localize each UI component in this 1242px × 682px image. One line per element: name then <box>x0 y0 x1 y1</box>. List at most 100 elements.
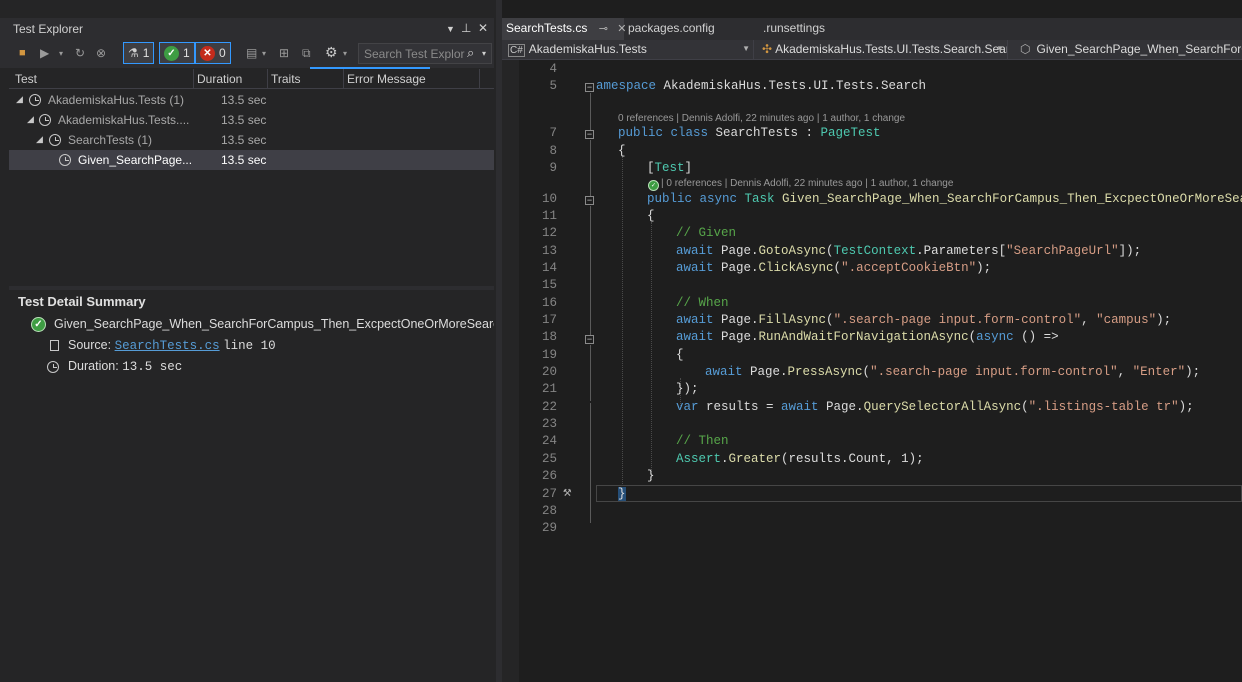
column-duration[interactable]: Duration <box>197 72 242 86</box>
playlist-dropdown-icon[interactable]: ▾ <box>262 49 266 58</box>
project-dropdown[interactable]: C# AkademiskaHus.Tests ▼ <box>504 40 754 59</box>
duration-value: 13.5 sec <box>122 360 183 374</box>
passed-tests-filter[interactable]: ✓ 1 <box>159 42 195 64</box>
detail-title: Test Detail Summary <box>18 294 146 309</box>
test-row-method[interactable]: Given_SearchPage... 13.5 sec <box>9 150 494 170</box>
test-row-name: SearchTests (1) <box>68 133 153 147</box>
tab-packages-config[interactable]: packages.config <box>624 18 719 40</box>
code-line-21: }); <box>676 382 699 396</box>
tab-label: .runsettings <box>763 21 826 35</box>
cancel-icon[interactable]: ⊗ <box>96 46 106 60</box>
passed-icon: ✓ <box>164 45 179 61</box>
total-count: 1 <box>142 46 150 60</box>
line-number: 19 <box>541 348 557 362</box>
column-error-message[interactable]: Error Message <box>347 72 426 86</box>
member-name: Given_SearchPage_When_SearchForCam <box>1036 42 1242 56</box>
window-menu-icon[interactable]: ▼ <box>446 24 455 34</box>
line-number: 14 <box>541 261 557 275</box>
code-line-9: [Test] <box>647 161 693 175</box>
settings-gear-icon[interactable]: ⚙ <box>325 44 338 61</box>
quick-actions-icon[interactable]: ⚒ <box>563 484 571 501</box>
pin-icon[interactable]: ⊥ <box>461 21 471 35</box>
line-number: 21 <box>541 382 557 396</box>
line-number: 13 <box>541 244 557 258</box>
code-line-19: { <box>676 348 684 362</box>
code-line-14: await Page.ClickAsync(".acceptCookieBtn"… <box>676 261 992 275</box>
class-dropdown[interactable]: ✣ AkademiskaHus.Tests.UI.Tests.Search.Sea… <box>758 40 1008 59</box>
test-row-class[interactable]: ◢ SearchTests (1) 13.5 sec <box>9 130 494 150</box>
source-label: Source: <box>68 338 112 352</box>
code-line-22: var results = await Page.QuerySelectorAl… <box>676 400 1194 414</box>
collapse-lambda-icon[interactable]: − <box>585 335 594 344</box>
test-list-header: Test Duration Traits Error Message <box>9 69 494 89</box>
codelens-method[interactable]: | 0 references | Dennis Adolfi, 22 minut… <box>661 178 953 189</box>
close-icon[interactable]: ✕ <box>478 21 488 35</box>
collapse-method-icon[interactable]: − <box>585 196 594 205</box>
code-line-26: } <box>647 469 655 483</box>
expand-arrow-icon[interactable]: ◢ <box>27 114 34 125</box>
column-test[interactable]: Test <box>15 72 37 86</box>
line-number: 17 <box>541 313 557 327</box>
test-row-namespace[interactable]: ◢ AkademiskaHus.Tests.... 13.5 sec <box>9 110 494 130</box>
settings-dropdown-icon[interactable]: ▾ <box>343 49 347 58</box>
failed-tests-filter[interactable]: ✕ 0 <box>195 42 231 64</box>
stop-icon[interactable]: ■ <box>19 47 26 59</box>
codelens-class[interactable]: 0 references | Dennis Adolfi, 22 minutes… <box>618 113 905 124</box>
column-traits[interactable]: Traits <box>271 72 301 86</box>
project-name: AkademiskaHus.Tests <box>528 42 647 56</box>
group-by-icon[interactable]: ⊞ <box>279 46 289 60</box>
tab-label: SearchTests.cs <box>506 21 588 35</box>
line-number: 29 <box>541 521 557 535</box>
editor-tab-bar: SearchTests.cs ⊸ ✕ packages.config .runs… <box>502 18 1242 40</box>
test-explorer-title: Test Explorer <box>13 22 84 36</box>
source-file-icon <box>50 340 59 351</box>
source-file-link[interactable]: SearchTests.cs <box>115 339 220 353</box>
tab-searchtests[interactable]: SearchTests.cs ⊸ ✕ <box>502 18 627 40</box>
test-passed-icon[interactable]: ✓ <box>648 180 659 191</box>
code-line-11: { <box>647 209 655 223</box>
code-line-5: amespace AkademiskaHus.Tests.UI.Tests.Se… <box>596 79 927 93</box>
line-number: 11 <box>541 209 557 223</box>
method-icon: ⬡ <box>1020 42 1031 56</box>
search-dropdown-icon[interactable]: ▾ <box>482 49 486 58</box>
expand-arrow-icon[interactable]: ◢ <box>16 94 23 105</box>
code-line-25: Assert.Greater(results.Count, 1); <box>676 452 924 466</box>
navigation-bar: C# AkademiskaHus.Tests ▼ ✣ AkademiskaHus.T… <box>502 40 1242 60</box>
collapse-class-icon[interactable]: − <box>585 130 594 139</box>
line-number: 10 <box>541 192 557 206</box>
test-explorer-titlebar: Test Explorer ▼ ⊥ ✕ <box>0 18 494 40</box>
rerun-icon[interactable]: ↻ <box>75 46 85 60</box>
line-number: 8 <box>549 144 557 158</box>
search-icon[interactable]: ⌕ <box>467 45 474 61</box>
line-number: 25 <box>541 452 557 466</box>
line-number: 28 <box>541 504 557 518</box>
code-area[interactable]: 4 5 7 8 9 10 11 12 13 14 15 16 17 18 19 … <box>519 60 1242 682</box>
test-row-project[interactable]: ◢ AkademiskaHus.Tests (1) 13.5 sec <box>9 90 494 110</box>
chevron-down-icon: ▼ <box>742 44 750 53</box>
code-line-8: { <box>618 144 626 158</box>
copy-icon[interactable]: ⧉ <box>302 46 311 61</box>
search-test-explorer-input[interactable]: Search Test Explor ⌕ ▾ <box>358 43 492 64</box>
expand-arrow-icon[interactable]: ◢ <box>36 134 43 145</box>
code-line-20: await Page.PressAsync(".search-page inpu… <box>705 365 1201 379</box>
code-line-13: await Page.GotoAsync(TestContext.Paramet… <box>676 244 1142 258</box>
run-all-icon[interactable]: ▶ <box>40 46 49 60</box>
total-tests-filter[interactable]: ⚗ 1 <box>123 42 155 64</box>
tab-runsettings[interactable]: .runsettings <box>759 18 829 40</box>
playlist-icon[interactable]: ▤ <box>246 46 257 60</box>
tab-pin-icon[interactable]: ⊸ <box>599 23 608 35</box>
code-line-7: public class SearchTests : PageTest <box>618 126 881 140</box>
line-number: 18 <box>541 330 557 344</box>
run-dropdown-icon[interactable]: ▾ <box>59 49 63 58</box>
chevron-down-icon: ▼ <box>996 44 1004 53</box>
line-number: 9 <box>549 161 557 175</box>
detail-test-name: Given_SearchPage_When_SearchForCampus_Th… <box>54 317 494 331</box>
member-dropdown[interactable]: ⬡ Given_SearchPage_When_SearchForCam <box>1012 40 1242 59</box>
clock-icon <box>59 154 71 166</box>
line-number: 5 <box>549 79 557 93</box>
code-line-16: // When <box>676 296 729 310</box>
search-placeholder: Search Test Explor <box>364 47 465 61</box>
collapse-namespace-icon[interactable]: − <box>585 83 594 92</box>
test-explorer-panel: Test Explorer ▼ ⊥ ✕ ■ ▶ ▾ ↻ ⊗ ⚗ 1 ✓ 1 ✕ … <box>0 0 496 682</box>
line-number: 20 <box>541 365 557 379</box>
